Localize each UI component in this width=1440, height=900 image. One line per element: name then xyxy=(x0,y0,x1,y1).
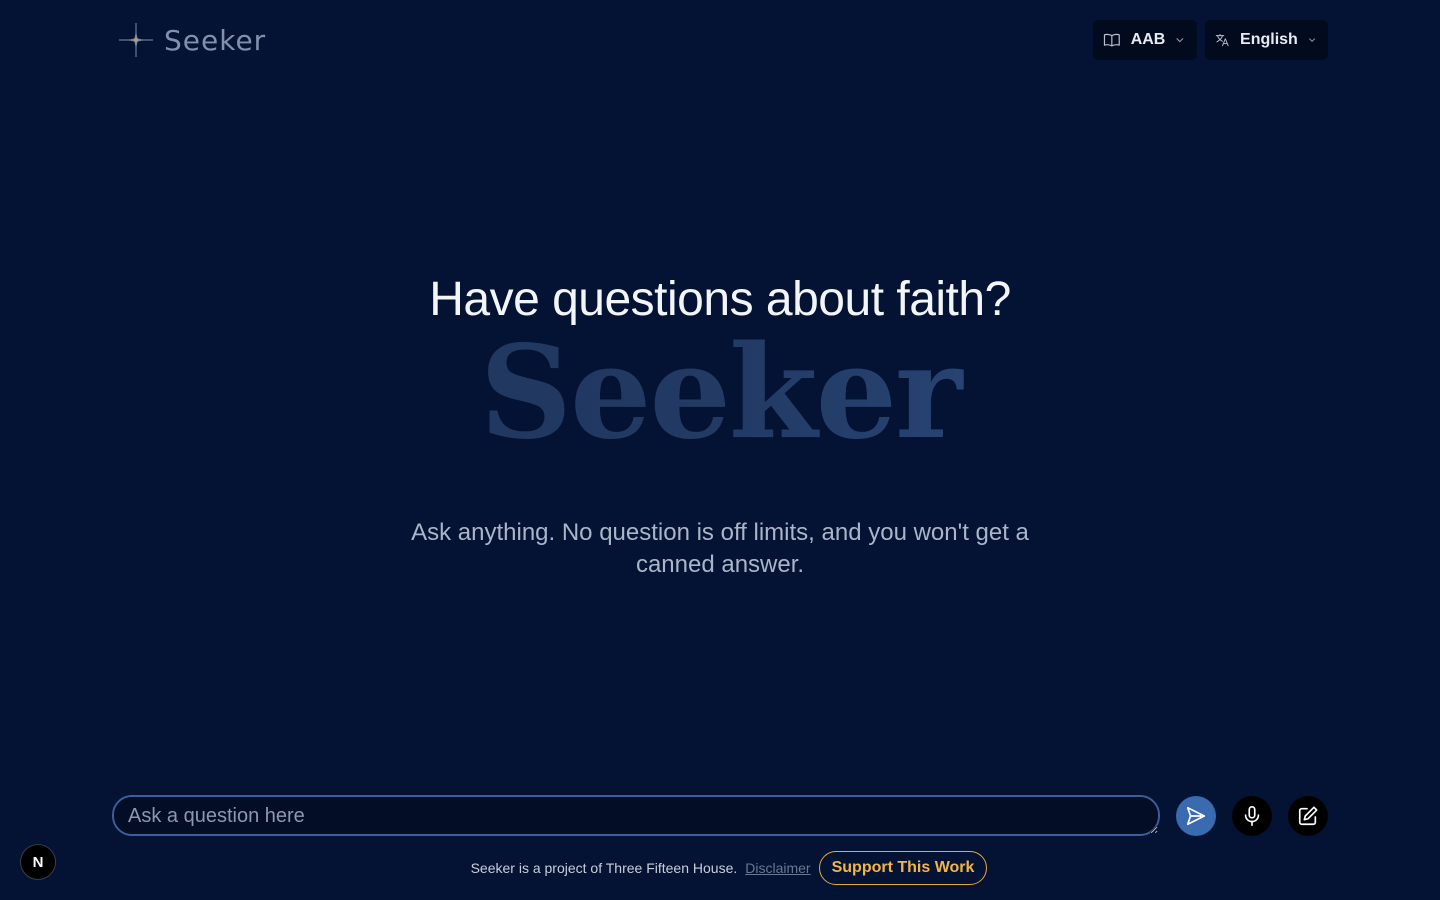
question-input[interactable] xyxy=(112,795,1160,836)
app-page: Seeker AAB English Have questions about … xyxy=(0,0,1440,900)
bible-version-select[interactable]: AAB xyxy=(1093,20,1197,60)
edit-icon xyxy=(1298,806,1318,826)
new-chat-button[interactable] xyxy=(1288,796,1328,836)
header-controls: AAB English xyxy=(1093,20,1328,60)
dev-tools-badge[interactable]: N xyxy=(20,844,56,880)
logo[interactable]: Seeker xyxy=(118,22,266,58)
translate-icon xyxy=(1215,33,1229,47)
chevron-down-icon xyxy=(1176,37,1184,43)
support-button[interactable]: Support This Work xyxy=(818,851,988,885)
hero-subtitle: Ask anything. No question is off limits,… xyxy=(411,519,1029,578)
footer: Seeker is a project of Three Fifteen Hou… xyxy=(0,851,1440,885)
bible-version-label: AAB xyxy=(1130,31,1166,48)
microphone-button[interactable] xyxy=(1232,796,1272,836)
disclaimer-link[interactable]: Disclaimer xyxy=(745,860,810,876)
hero-wordmark: Seeker xyxy=(0,318,1440,468)
language-label: English xyxy=(1240,31,1298,48)
footer-text: Seeker is a project of Three Fifteen Hou… xyxy=(470,860,738,876)
language-select[interactable]: English xyxy=(1205,20,1328,60)
logo-text: Seeker xyxy=(164,23,267,57)
microphone-icon xyxy=(1244,806,1260,826)
send-button[interactable] xyxy=(1176,796,1216,836)
chevron-down-icon xyxy=(1308,38,1315,43)
book-open-icon xyxy=(1103,33,1120,47)
compass-star-icon xyxy=(119,23,153,57)
send-icon xyxy=(1186,806,1206,826)
